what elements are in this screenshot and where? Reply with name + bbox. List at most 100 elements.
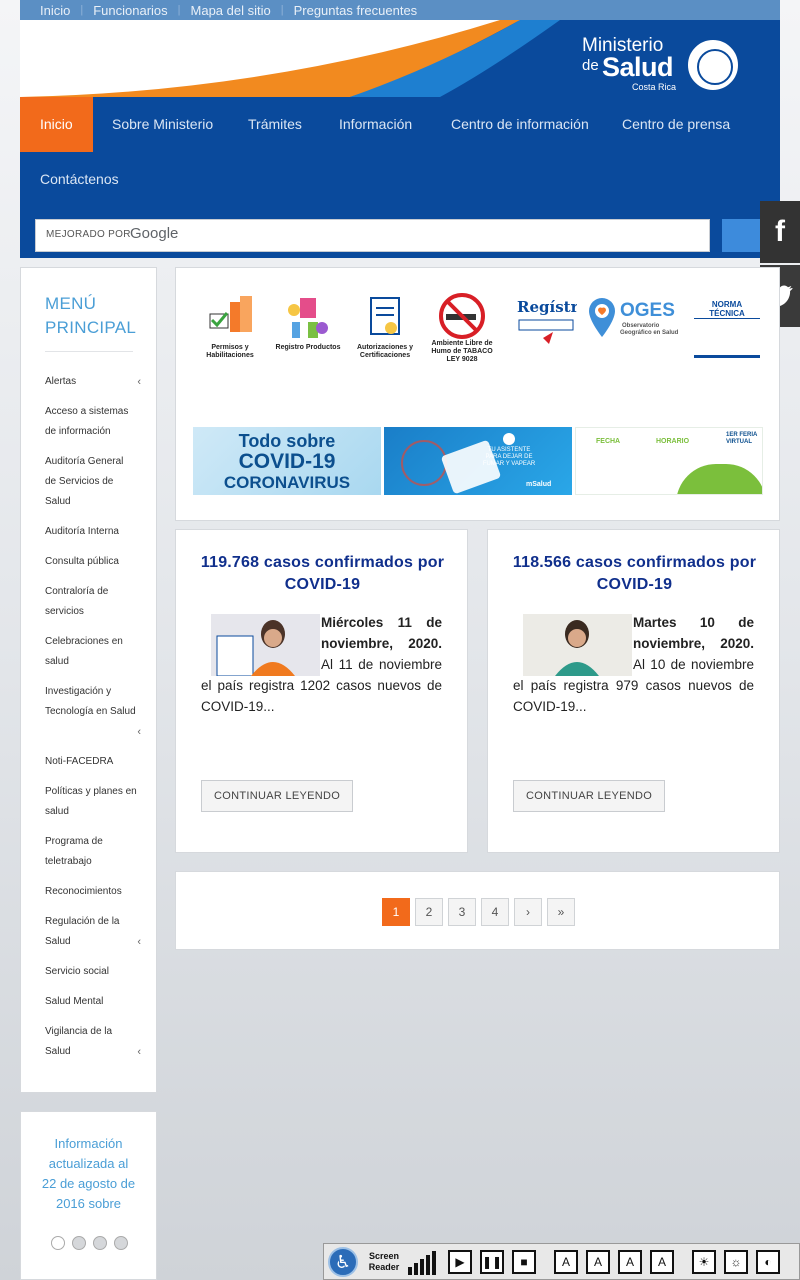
banner-brand: mSalud — [526, 481, 552, 488]
nav-item-centro-informacion[interactable]: Centro de información — [431, 97, 609, 152]
nav-item-tramites[interactable]: Trámites — [228, 97, 322, 152]
news-title[interactable]: 118.566 casos confirmados por COVID-19 — [508, 552, 761, 596]
news-card: 118.566 casos confirmados por COVID-19 M… — [487, 529, 780, 853]
service-registro-productos[interactable]: Registro Productos — [272, 296, 344, 366]
utility-bar: Inicio | Funcionarios | Mapa del sitio |… — [20, 0, 780, 20]
slider-dot[interactable] — [72, 1236, 86, 1250]
slider-dot[interactable] — [93, 1236, 107, 1250]
separator: | — [177, 4, 181, 16]
news-thumbnail[interactable] — [523, 614, 632, 676]
text-size-decrease-icon[interactable]: A — [586, 1249, 610, 1274]
service-autorizaciones[interactable]: Autorizaciones y Certificaciones — [349, 296, 421, 366]
accessibility-icon[interactable]: ♿ — [328, 1246, 358, 1277]
info-slider: Información actualizada al 22 de agosto … — [20, 1111, 157, 1280]
play-icon[interactable]: ▶ — [448, 1249, 472, 1274]
text-spacing-icon[interactable]: A — [618, 1249, 642, 1274]
brightness-decrease-icon[interactable]: ☼ — [724, 1249, 748, 1274]
logo-text: de — [582, 57, 599, 74]
continue-reading-button[interactable]: CONTINUAR LEYENDO — [513, 780, 666, 812]
nav-item-informacion[interactable]: Información — [319, 97, 432, 152]
facebook-button[interactable]: f — [760, 201, 800, 263]
svg-text:OGES: OGES — [620, 300, 675, 321]
sidebar-item-label: Regulación de la Salud — [45, 916, 120, 947]
menu-title: MENÚ PRINCIPAL — [45, 294, 137, 337]
utility-link-faq[interactable]: Preguntas frecuentes — [294, 3, 418, 18]
sidebar-item-politicas[interactable]: Políticas y planes en salud — [45, 782, 137, 822]
service-ambiente-libre-humo[interactable]: Ambiente Libre de Humo de TABACO LEY 902… — [426, 292, 498, 363]
sidebar-item-reconocimientos[interactable]: Reconocimientos — [45, 882, 137, 902]
sidebar-item-auditoria-interna[interactable]: Auditoría Interna — [45, 522, 137, 542]
divider — [45, 351, 133, 352]
sidebar-item-teletrabajo[interactable]: Programa de teletrabajo — [45, 832, 137, 872]
separator: | — [80, 4, 84, 16]
nav-item-inicio[interactable]: Inicio — [20, 97, 93, 152]
page-4[interactable]: 4 — [481, 898, 509, 926]
news-title[interactable]: 119.768 casos confirmados por COVID-19 — [196, 552, 449, 596]
volume-icon[interactable] — [408, 1249, 436, 1275]
chevron-left-icon: ‹ — [137, 936, 141, 948]
sidebar-item-consulta-publica[interactable]: Consulta pública — [45, 552, 137, 572]
page-2[interactable]: 2 — [415, 898, 443, 926]
screen-reader-label[interactable]: Screen Reader — [366, 1251, 402, 1273]
service-norma-tecnica[interactable]: NORMA TÉCNICA — [694, 300, 760, 358]
register-icon: Regístrelo — [513, 296, 604, 344]
nav-item-sobre-ministerio[interactable]: Sobre Ministerio — [92, 97, 233, 152]
search-box: MEJORADO POR Google — [35, 219, 710, 252]
page-3[interactable]: 3 — [448, 898, 476, 926]
sidebar-item-regulacion[interactable]: Regulación de la Salud ‹ — [45, 912, 141, 952]
nav-item-centro-prensa[interactable]: Centro de prensa — [602, 97, 750, 152]
service-permisos[interactable]: Permisos y Habilitaciones — [194, 296, 266, 366]
banner-covid[interactable]: Todo sobre COVID-19 CORONAVIRUS — [193, 427, 381, 495]
sidebar-item-alertas[interactable]: Alertas ‹ — [45, 372, 141, 392]
news-date: Martes 10 de noviembre, 2020. — [633, 615, 754, 651]
sidebar-item-celebraciones[interactable]: Celebraciones en salud — [45, 632, 137, 672]
ministerio-logo[interactable]: Ministerio de Salud Costa Rica — [582, 36, 742, 96]
news-thumbnail[interactable] — [211, 614, 320, 676]
search-input[interactable] — [186, 222, 706, 249]
slider-text[interactable]: Información actualizada al 22 de agosto … — [41, 1134, 136, 1229]
sidebar-item-servicio-social[interactable]: Servicio social — [45, 962, 137, 982]
sidebar-item-noti-facedra[interactable]: Noti-FACEDRA — [45, 752, 137, 772]
page-1[interactable]: 1 — [382, 898, 410, 926]
main-navigation: Inicio Sobre Ministerio Trámites Informa… — [20, 97, 780, 258]
services-panel: Permisos y Habilitaciones Registro Produ… — [175, 267, 780, 521]
nav-item-contactenos[interactable]: Contáctenos — [20, 152, 139, 207]
sidebar-item-vigilancia[interactable]: Vigilancia de la Salud ‹ — [45, 1022, 141, 1062]
utility-link-funcionarios[interactable]: Funcionarios — [93, 3, 167, 18]
text-size-increase-icon[interactable]: A — [554, 1249, 578, 1274]
stop-icon[interactable]: ■ — [512, 1249, 536, 1274]
separator: | — [280, 4, 284, 16]
sidebar-item-auditoria-general[interactable]: Auditoría General de Servicios de Salud — [45, 452, 137, 512]
logo-text: Costa Rica — [632, 82, 677, 92]
service-label: Permisos y Habilitaciones — [206, 344, 254, 359]
banner-app-dejar-fumar[interactable]: TU ASISTENTE PARA DEJAR DE FUMAR Y VAPEA… — [384, 427, 572, 495]
news-card: 119.768 casos confirmados por COVID-19 M… — [175, 529, 468, 853]
continue-reading-button[interactable]: CONTINUAR LEYENDO — [201, 780, 354, 812]
last-page-icon[interactable]: » — [547, 898, 575, 926]
sidebar-item-contraloria[interactable]: Contraloría de servicios — [45, 582, 137, 622]
service-label: Ambiente Libre de Humo de TABACO LEY 902… — [431, 340, 493, 363]
banner-text: FECHA — [596, 438, 621, 445]
banner-text: HORARIO — [656, 438, 690, 445]
banner-feria-virtual[interactable]: FECHA HORARIO 1ER FERIA VIRTUAL — [575, 427, 763, 495]
slider-dot[interactable] — [114, 1236, 128, 1250]
slider-dot[interactable] — [51, 1236, 65, 1250]
text-reset-icon[interactable]: A — [650, 1249, 674, 1274]
banner-text: TU ASISTENTE PARA DEJAR DE FUMAR Y VAPEA… — [482, 447, 536, 467]
brightness-increase-icon[interactable]: ☀ — [692, 1249, 716, 1274]
sidebar-item-investigacion[interactable]: Investigación y Tecnología en Salud ‹ — [45, 682, 141, 738]
next-page-icon[interactable]: › — [514, 898, 542, 926]
sidebar-item-label: Vigilancia de la Salud — [45, 1026, 113, 1057]
contrast-icon[interactable]: ◐ — [756, 1249, 780, 1274]
pause-icon[interactable]: ❚❚ — [480, 1249, 504, 1274]
accessibility-toolbar: ♿ Screen Reader ▶ ❚❚ ■ A A A A ☀ ☼ ◐ — [323, 1243, 800, 1280]
service-registrelo[interactable]: Regístrelo — [503, 296, 604, 366]
sidebar-item-acceso-sistemas[interactable]: Acceso a sistemas de información — [45, 402, 137, 442]
sidebar-item-salud-mental[interactable]: Salud Mental — [45, 992, 137, 1012]
utility-link-inicio[interactable]: Inicio — [40, 3, 70, 18]
utility-link-mapa[interactable]: Mapa del sitio — [191, 3, 271, 18]
enhanced-by-label: MEJORADO POR — [46, 229, 131, 240]
service-oges[interactable]: OGES Observatorio Geográfico en Salud — [586, 294, 679, 364]
main-menu-sidebar: MENÚ PRINCIPAL Alertas ‹ Acceso a sistema… — [20, 267, 157, 1093]
svg-text:Regístrelo: Regístrelo — [517, 298, 577, 316]
